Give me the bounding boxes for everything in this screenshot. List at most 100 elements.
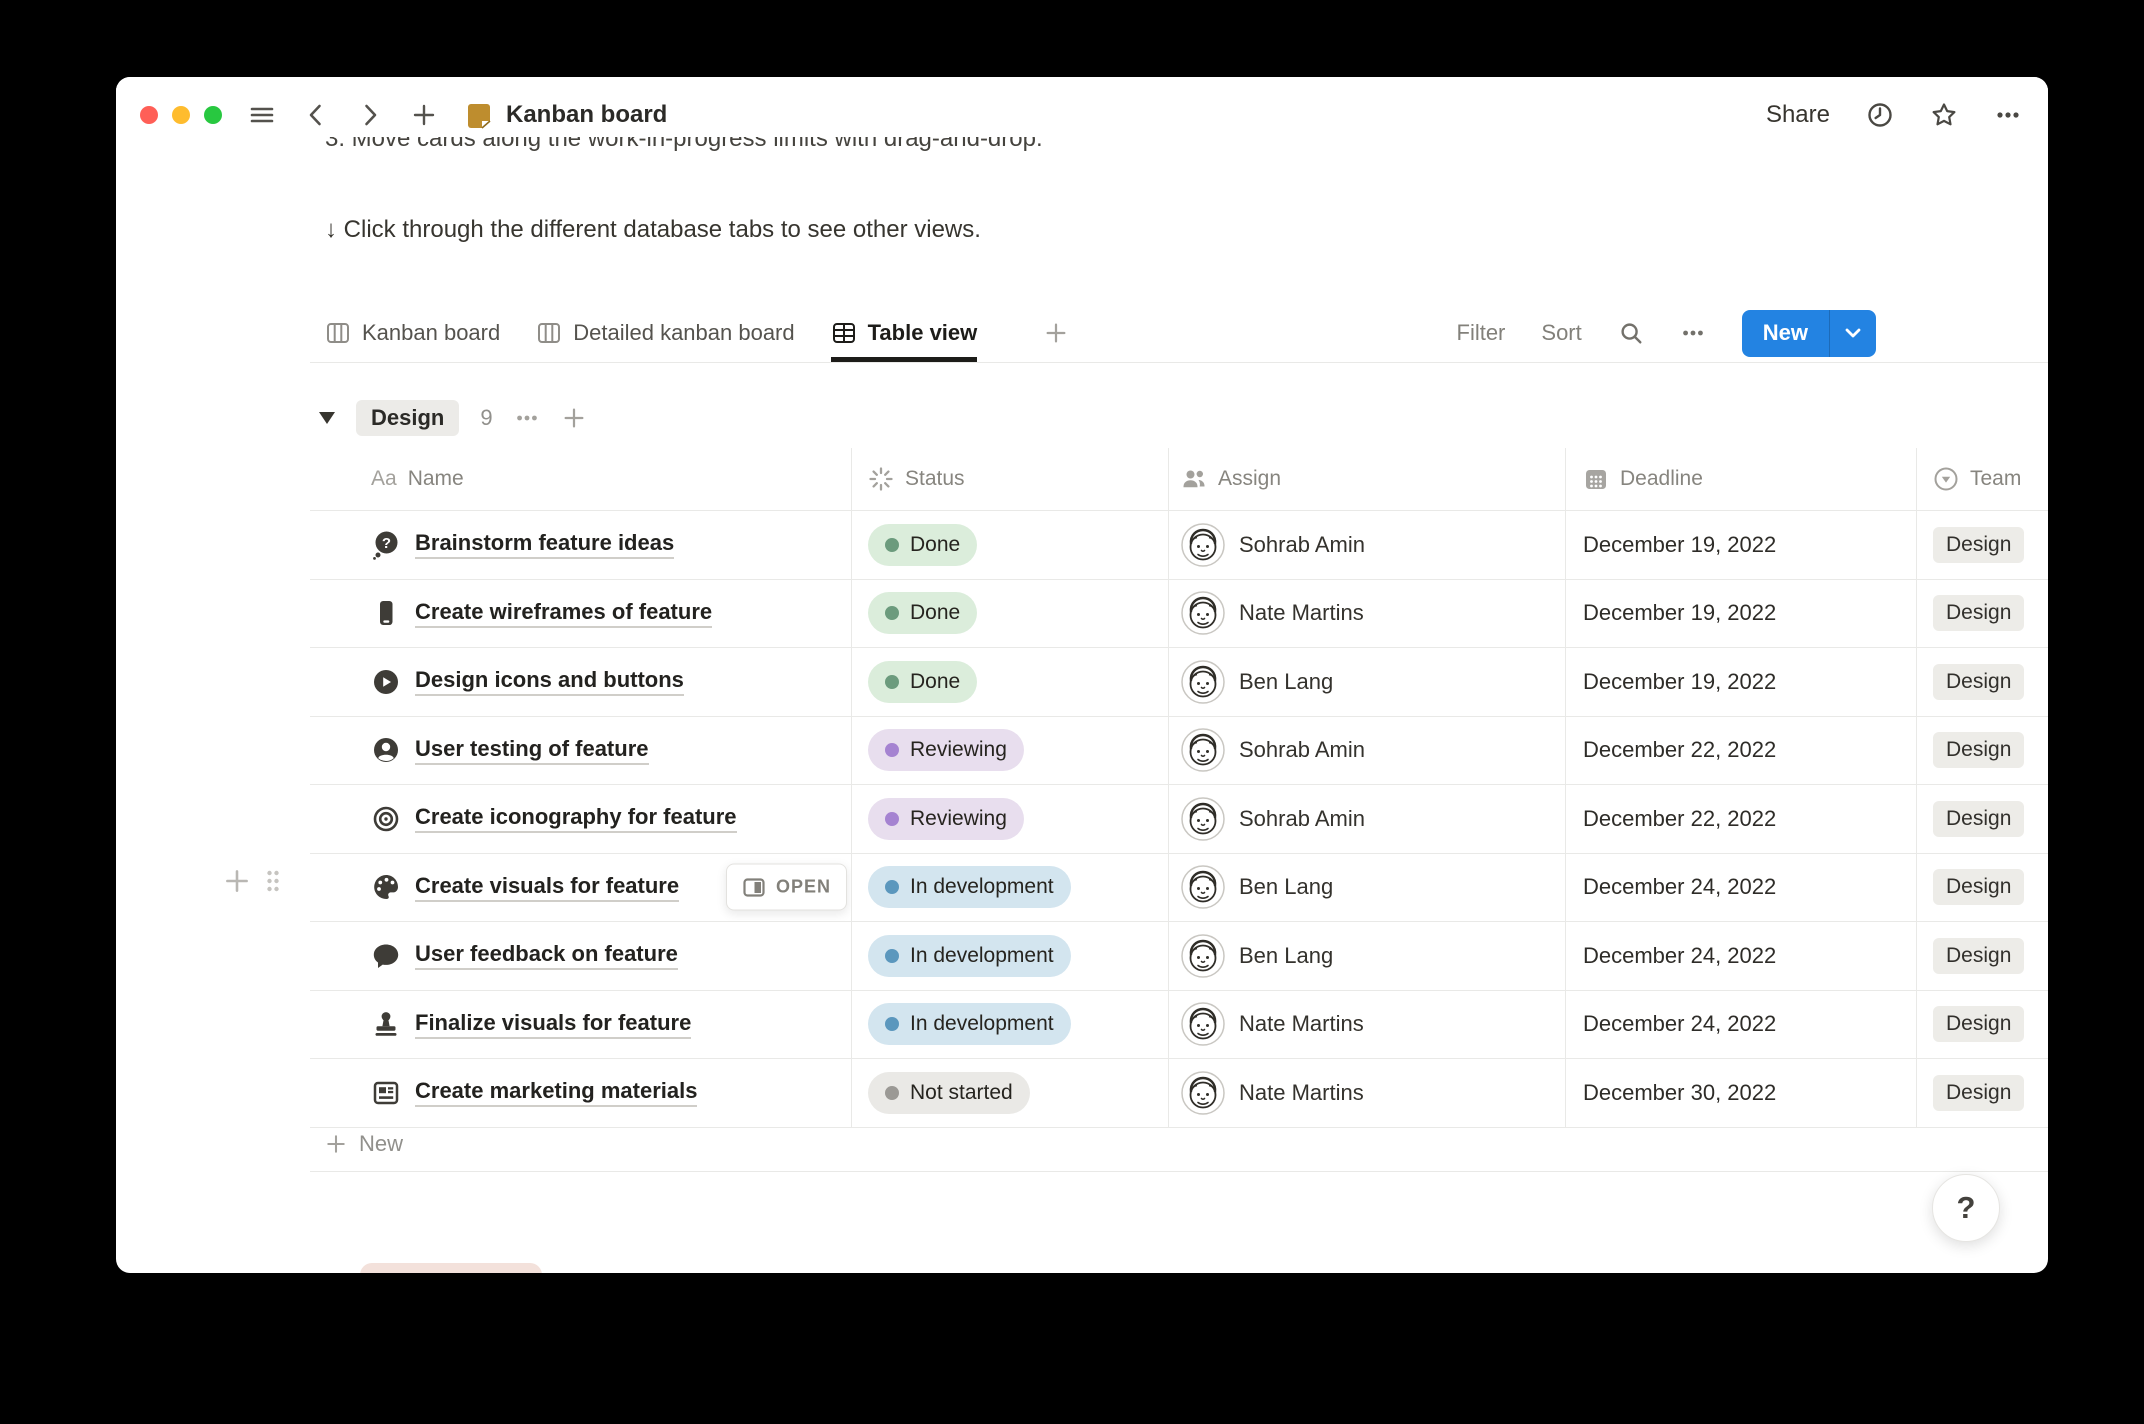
- assign-cell[interactable]: Nate Martins: [1169, 580, 1566, 648]
- status-badge[interactable]: In development: [868, 1003, 1071, 1045]
- team-cell[interactable]: Design: [1917, 648, 2048, 716]
- status-badge[interactable]: Done: [868, 661, 977, 703]
- page-link[interactable]: Create iconography for feature: [415, 804, 737, 833]
- assign-cell[interactable]: Nate Martins: [1169, 991, 1566, 1059]
- sort-button[interactable]: Sort: [1541, 320, 1581, 346]
- traffic-minimize-button[interactable]: [172, 106, 190, 124]
- column-header-assign[interactable]: Assign: [1169, 448, 1566, 510]
- status-cell[interactable]: Done: [852, 511, 1169, 579]
- status-cell[interactable]: Not started: [852, 1059, 1169, 1127]
- status-cell[interactable]: Done: [852, 580, 1169, 648]
- page-link[interactable]: Brainstorm feature ideas: [415, 530, 674, 559]
- team-cell[interactable]: Design: [1917, 1059, 2048, 1127]
- column-header-deadline[interactable]: Deadline: [1566, 448, 1917, 510]
- name-cell[interactable]: Design icons and buttons: [310, 648, 852, 716]
- column-header-status[interactable]: Status: [852, 448, 1169, 510]
- traffic-zoom-button[interactable]: [204, 106, 222, 124]
- page-link[interactable]: Create wireframes of feature: [415, 599, 712, 628]
- new-page-button[interactable]: [410, 101, 438, 129]
- view-options-button[interactable]: [1680, 320, 1706, 346]
- status-badge[interactable]: Done: [868, 524, 977, 566]
- page-link[interactable]: User feedback on feature: [415, 941, 678, 970]
- tab-table-view[interactable]: Table view: [831, 304, 978, 362]
- name-cell[interactable]: ? Brainstorm feature ideas: [310, 511, 852, 579]
- status-badge[interactable]: In development: [868, 866, 1071, 908]
- team-cell[interactable]: Design: [1917, 854, 2048, 922]
- team-cell[interactable]: Design: [1917, 717, 2048, 785]
- group-toggle-icon[interactable]: [319, 412, 335, 424]
- team-cell[interactable]: Design: [1917, 580, 2048, 648]
- new-button[interactable]: New: [1742, 310, 1876, 357]
- tab-detailed-kanban-board[interactable]: Detailed kanban board: [536, 304, 794, 362]
- assign-cell[interactable]: Ben Lang: [1169, 648, 1566, 716]
- page-link[interactable]: User testing of feature: [415, 736, 649, 765]
- traffic-close-button[interactable]: [140, 106, 158, 124]
- status-cell[interactable]: Reviewing: [852, 717, 1169, 785]
- breadcrumb[interactable]: Kanban board: [464, 100, 667, 130]
- name-cell[interactable]: User feedback on feature: [310, 922, 852, 990]
- deadline-cell[interactable]: December 24, 2022: [1566, 922, 1917, 990]
- group-options-button[interactable]: [514, 405, 540, 431]
- deadline-cell[interactable]: December 19, 2022: [1566, 511, 1917, 579]
- more-options-button[interactable]: [1994, 101, 2022, 129]
- sidebar-toggle-icon[interactable]: [248, 101, 276, 129]
- status-badge[interactable]: Reviewing: [868, 729, 1024, 771]
- assign-cell[interactable]: Sohrab Amin: [1169, 785, 1566, 853]
- assign-cell[interactable]: Nate Martins: [1169, 1059, 1566, 1127]
- assign-cell[interactable]: Ben Lang: [1169, 922, 1566, 990]
- status-cell[interactable]: In development: [852, 854, 1169, 922]
- help-button[interactable]: ?: [1932, 1174, 2000, 1242]
- name-cell[interactable]: Create iconography for feature: [310, 785, 852, 853]
- new-row-button[interactable]: New: [310, 1118, 2048, 1172]
- drag-handle[interactable]: [265, 868, 281, 894]
- team-cell[interactable]: Design: [1917, 511, 2048, 579]
- deadline-cell[interactable]: December 30, 2022: [1566, 1059, 1917, 1127]
- updates-clock-button[interactable]: [1866, 101, 1894, 129]
- new-dropdown-button[interactable]: [1830, 310, 1876, 357]
- insert-row-button[interactable]: [222, 866, 252, 896]
- team-cell[interactable]: Design: [1917, 785, 2048, 853]
- assign-cell[interactable]: Sohrab Amin: [1169, 717, 1566, 785]
- status-badge[interactable]: In development: [868, 935, 1071, 977]
- page-link[interactable]: Create marketing materials: [415, 1078, 697, 1107]
- page-link[interactable]: Create visuals for feature: [415, 873, 679, 902]
- deadline-cell[interactable]: December 22, 2022: [1566, 717, 1917, 785]
- forward-button[interactable]: [356, 101, 384, 129]
- deadline-cell[interactable]: December 19, 2022: [1566, 580, 1917, 648]
- share-button[interactable]: Share: [1766, 101, 1830, 129]
- assign-cell[interactable]: Sohrab Amin: [1169, 511, 1566, 579]
- deadline-cell[interactable]: December 24, 2022: [1566, 854, 1917, 922]
- status-badge[interactable]: Not started: [868, 1072, 1030, 1114]
- status-cell[interactable]: In development: [852, 922, 1169, 990]
- page-link[interactable]: Design icons and buttons: [415, 667, 684, 696]
- deadline-cell[interactable]: December 19, 2022: [1566, 648, 1917, 716]
- status-badge[interactable]: Done: [868, 592, 977, 634]
- search-icon[interactable]: [1618, 320, 1644, 346]
- assign-cell[interactable]: Ben Lang: [1169, 854, 1566, 922]
- name-cell[interactable]: User testing of feature: [310, 717, 852, 785]
- back-button[interactable]: [302, 101, 330, 129]
- add-view-button[interactable]: [1043, 304, 1069, 362]
- deadline-cell[interactable]: December 22, 2022: [1566, 785, 1917, 853]
- column-header-name[interactable]: Aa Name: [310, 448, 852, 510]
- open-button[interactable]: OPEN: [726, 864, 847, 911]
- filter-button[interactable]: Filter: [1457, 320, 1506, 346]
- name-cell[interactable]: Finalize visuals for feature: [310, 991, 852, 1059]
- tab-kanban-board[interactable]: Kanban board: [325, 304, 500, 362]
- name-cell[interactable]: Create marketing materials: [310, 1059, 852, 1127]
- status-cell[interactable]: Done: [852, 648, 1169, 716]
- page-link[interactable]: Finalize visuals for feature: [415, 1010, 691, 1039]
- favorite-star-button[interactable]: [1930, 101, 1958, 129]
- group-add-button[interactable]: [561, 405, 587, 431]
- status-badge[interactable]: Reviewing: [868, 798, 1024, 840]
- group-name-pill[interactable]: Design: [356, 400, 459, 436]
- team-cell[interactable]: Design: [1917, 991, 2048, 1059]
- name-cell[interactable]: Create visuals for feature OPEN: [310, 854, 852, 922]
- column-header-team[interactable]: Team: [1917, 448, 2048, 510]
- deadline-cell[interactable]: December 24, 2022: [1566, 991, 1917, 1059]
- name-cell[interactable]: Create wireframes of feature: [310, 580, 852, 648]
- status-cell[interactable]: In development: [852, 991, 1169, 1059]
- team-cell[interactable]: Design: [1917, 922, 2048, 990]
- palette-icon: [371, 872, 401, 902]
- status-cell[interactable]: Reviewing: [852, 785, 1169, 853]
